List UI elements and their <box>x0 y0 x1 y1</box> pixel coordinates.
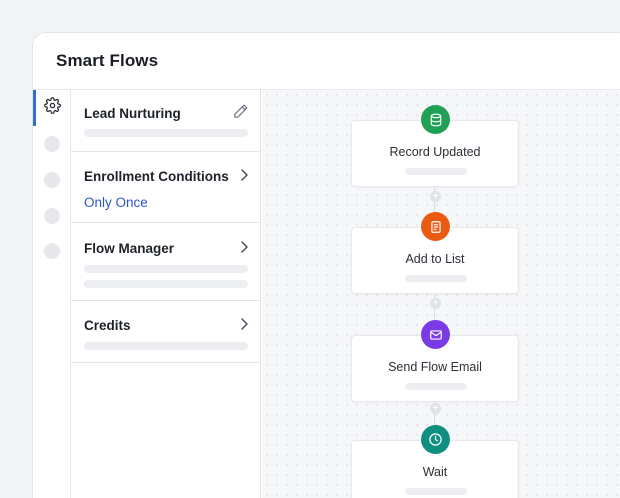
placeholder-bar <box>405 275 467 282</box>
card-title: Flow Manager <box>84 241 175 256</box>
add-step-button[interactable]: + <box>430 403 441 414</box>
pencil-icon[interactable] <box>232 103 249 125</box>
chevron-right-icon <box>238 317 250 336</box>
icon-rail <box>33 90 71 498</box>
card-title: Lead Nurturing <box>84 106 181 121</box>
chevron-right-icon <box>238 168 250 187</box>
placeholder-bar <box>84 280 248 288</box>
placeholder-bar <box>405 488 467 495</box>
placeholder-bar <box>405 383 467 390</box>
card-enrollment-conditions[interactable]: Enrollment Conditions Only Once <box>71 152 260 223</box>
add-step-button[interactable]: + <box>430 191 441 202</box>
chevron-right-icon <box>238 240 250 259</box>
placeholder-bar <box>84 342 248 350</box>
card-title: Enrollment Conditions <box>84 169 229 184</box>
card-title: Credits <box>84 318 131 333</box>
node-label: Wait <box>422 465 448 479</box>
node-label: Add to List <box>405 252 465 266</box>
page-title: Smart Flows <box>56 51 159 70</box>
placeholder-bar <box>405 168 467 175</box>
gear-icon <box>43 97 61 119</box>
rail-item-settings[interactable] <box>33 90 71 126</box>
envelope-icon <box>421 320 450 349</box>
node-label: Send Flow Email <box>388 360 482 374</box>
card-flow-manager[interactable]: Flow Manager <box>71 223 260 301</box>
rail-item-placeholder[interactable] <box>44 243 60 259</box>
placeholder-bar <box>84 265 248 273</box>
smart-flows-window: Smart Flows Lead Nurturing Enrollment Co… <box>32 32 620 498</box>
card-lead-nurturing[interactable]: Lead Nurturing <box>71 90 260 152</box>
window-header: Smart Flows <box>33 33 620 90</box>
clock-icon <box>421 425 450 454</box>
settings-panel: Lead Nurturing Enrollment Conditions Onl… <box>71 90 261 498</box>
database-icon <box>421 105 450 134</box>
list-document-icon <box>421 212 450 241</box>
enrollment-value[interactable]: Only Once <box>84 195 148 210</box>
card-credits[interactable]: Credits <box>71 301 260 363</box>
placeholder-bar <box>84 129 248 137</box>
rail-item-placeholder[interactable] <box>44 208 60 224</box>
node-label: Record Updated <box>389 145 481 159</box>
rail-item-placeholder[interactable] <box>44 172 60 188</box>
rail-item-placeholder[interactable] <box>44 136 60 152</box>
add-step-button[interactable]: + <box>430 298 441 309</box>
